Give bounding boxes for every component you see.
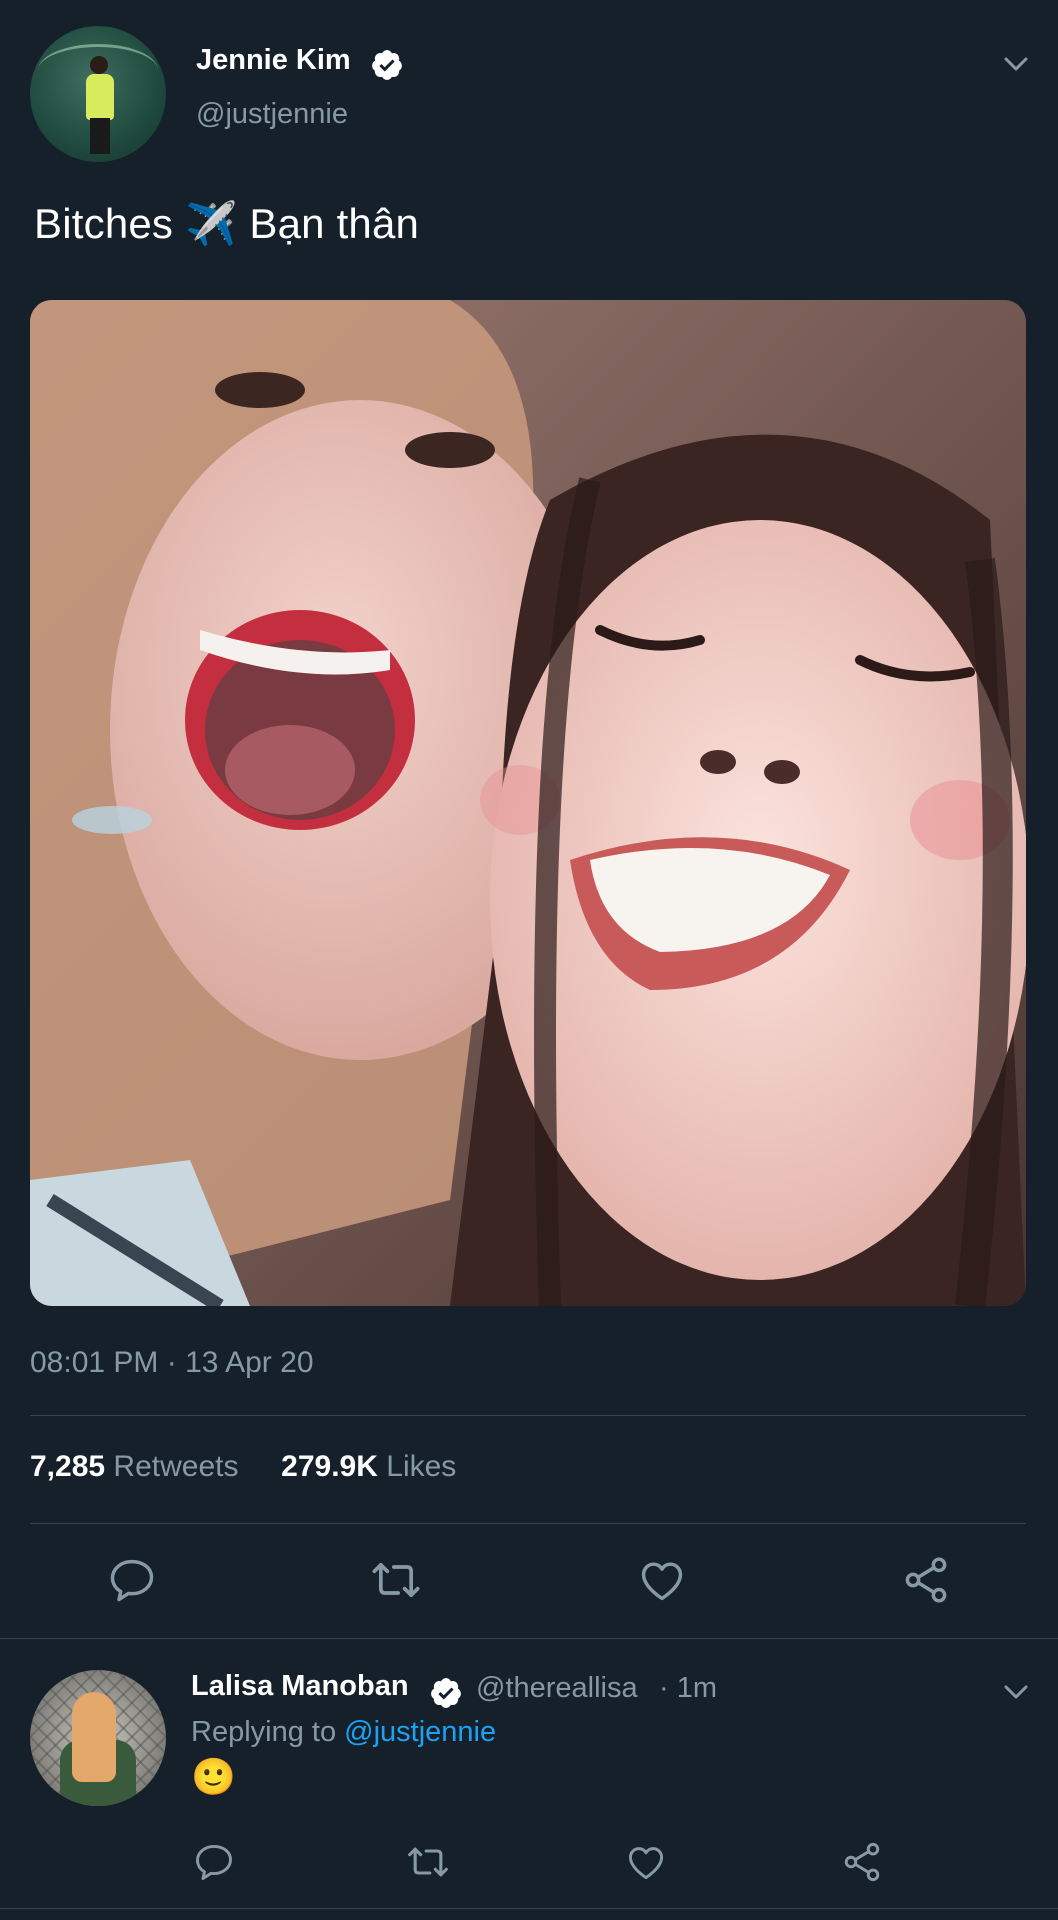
divider <box>30 1415 1026 1416</box>
chevron-down-icon[interactable] <box>1002 54 1030 74</box>
reply-time[interactable]: · 1m <box>659 1672 717 1705</box>
avatar-figure-head <box>90 56 108 74</box>
share-icon[interactable] <box>840 1840 884 1884</box>
avatar-figure-legs <box>90 118 110 154</box>
main-tweet: Jennie Kim @justjennie Bitches ✈️ Bạn th… <box>0 0 1058 1640</box>
heart-icon[interactable] <box>624 1840 668 1884</box>
retweets-label[interactable]: Retweets <box>113 1450 238 1483</box>
author-handle[interactable]: @justjennie <box>196 98 348 131</box>
reply-author-name[interactable]: Lalisa Manoban <box>191 1670 409 1703</box>
chevron-down-icon[interactable] <box>1002 1682 1030 1702</box>
reply-author-handle[interactable]: @thereallisa <box>476 1672 638 1705</box>
author-name[interactable]: Jennie Kim <box>196 44 351 77</box>
tweet-text: Bitches ✈️ Bạn thân <box>34 200 420 247</box>
avatar-hair <box>72 1692 116 1782</box>
verified-badge-icon <box>431 1678 461 1708</box>
replying-to: Replying to @justjennie <box>191 1716 496 1749</box>
tweet-stats: 7,285 Retweets 279.9K Likes <box>30 1450 456 1484</box>
heart-icon[interactable] <box>636 1554 688 1606</box>
divider <box>30 1523 1026 1524</box>
retweets-count[interactable]: 7,285 <box>30 1450 105 1483</box>
reply-tweet[interactable]: Lalisa Manoban @thereallisa · 1m Replyin… <box>0 1640 1058 1920</box>
likes-label[interactable]: Likes <box>386 1450 456 1483</box>
tweet-photo[interactable] <box>30 300 1026 1306</box>
avatar-figure-body <box>86 74 114 120</box>
reply-icon[interactable] <box>106 1554 158 1606</box>
likes-count[interactable]: 279.9K <box>281 1450 378 1483</box>
reply-icon[interactable] <box>192 1840 236 1884</box>
verified-badge-icon <box>372 50 402 80</box>
author-avatar[interactable] <box>30 26 166 162</box>
retweet-icon[interactable] <box>370 1554 422 1606</box>
share-icon[interactable] <box>900 1554 952 1606</box>
tweet-timestamp[interactable]: 08:01 PM · 13 Apr 20 <box>30 1346 314 1380</box>
photo-illustration <box>30 300 1026 1306</box>
section-divider <box>0 1638 1058 1639</box>
replying-prefix: Replying to <box>191 1716 337 1748</box>
retweet-icon[interactable] <box>406 1840 450 1884</box>
section-divider <box>0 1908 1058 1909</box>
reply-text: 🙂 <box>191 1756 236 1797</box>
replying-mention[interactable]: @justjennie <box>344 1716 496 1748</box>
reply-author-avatar[interactable] <box>30 1670 166 1806</box>
